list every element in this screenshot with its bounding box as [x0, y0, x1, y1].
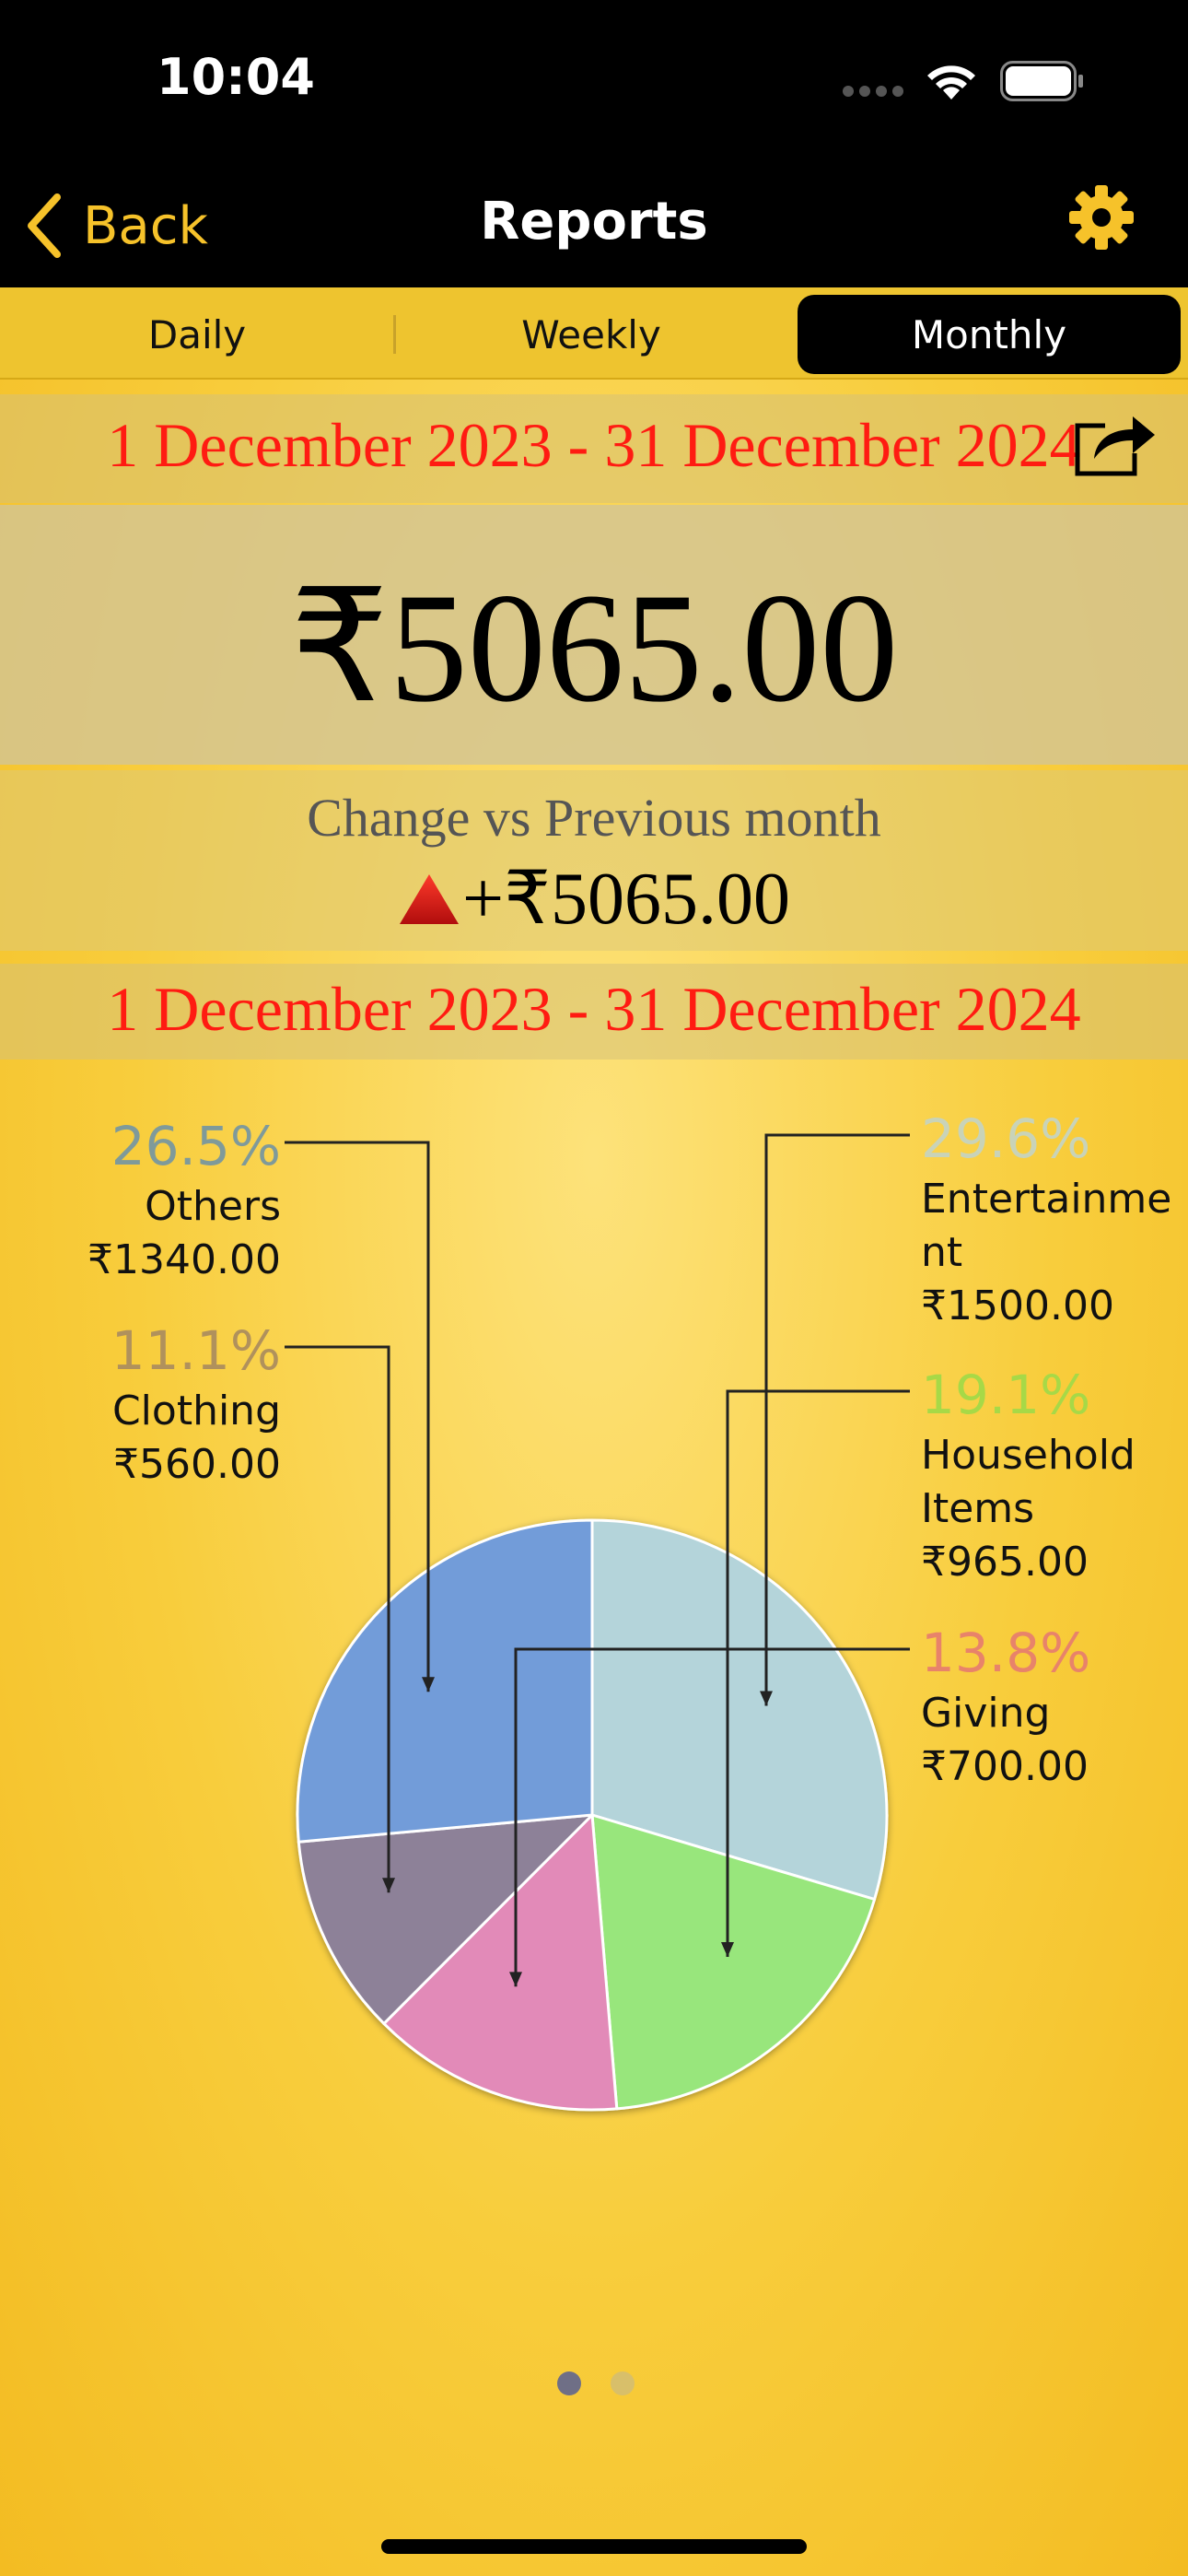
page-dot-2[interactable] — [611, 2371, 635, 2395]
expense-pie-chart: 29.6% Entertainme nt ₹1500.00 19.1% Household… — [87, 1107, 1171, 2112]
slice-amount-clothing: ₹560.00 — [113, 1441, 281, 1488]
segment-divider — [393, 315, 396, 354]
slice-name-entertainment-line-2: nt — [921, 1229, 962, 1276]
navigation-bar: Back Reports — [0, 166, 1188, 287]
total-band: ₹5065.00 — [0, 505, 1188, 765]
slice-name-clothing: Clothing — [112, 1388, 281, 1434]
change-row: +₹5065.00 — [0, 855, 1188, 942]
tab-monthly[interactable]: Monthly — [798, 295, 1181, 374]
page-dot-1[interactable] — [557, 2371, 581, 2395]
page-title: Reports — [480, 192, 708, 252]
total-amount: ₹5065.00 — [289, 561, 899, 734]
date-range: 1 December 2023 - 31 December 2024 — [107, 410, 1081, 480]
slice-percent-household-items: 19.1% — [921, 1364, 1090, 1426]
slice-percent-others: 26.5% — [111, 1115, 281, 1177]
period-segmented-control: Daily Weekly Monthly — [0, 287, 1188, 380]
slice-name-others: Others — [145, 1183, 281, 1230]
chart-date-band: 1 December 2023 - 31 December 2024 — [0, 964, 1188, 1060]
slice-percent-clothing: 11.1% — [111, 1319, 281, 1382]
slice-amount-others: ₹1340.00 — [87, 1236, 281, 1283]
home-indicator — [381, 2539, 807, 2554]
share-icon[interactable] — [1074, 405, 1159, 481]
date-range-band: 1 December 2023 - 31 December 2024 — [0, 394, 1188, 503]
change-band: Change vs Previous month +₹5065.00 — [0, 770, 1188, 951]
change-value: +₹5065.00 — [461, 859, 790, 940]
change-label: Change vs Previous month — [307, 788, 881, 848]
page-control — [548, 2368, 640, 2399]
slice-percent-entertainment: 29.6% — [921, 1107, 1090, 1170]
slice-amount-entertainment: ₹1500.00 — [921, 1282, 1114, 1329]
slice-percent-giving: 13.8% — [921, 1622, 1090, 1684]
slice-name-giving: Giving — [921, 1690, 1050, 1737]
gear-icon[interactable] — [1068, 184, 1135, 251]
slice-name-entertainment-line-1: Entertainme — [921, 1176, 1171, 1223]
slice-amount-giving: ₹700.00 — [921, 1743, 1089, 1790]
tab-weekly[interactable]: Weekly — [405, 295, 777, 374]
slice-name-household-items-line-2: Items — [921, 1485, 1034, 1532]
slice-amount-household-items: ₹965.00 — [921, 1539, 1089, 1586]
pie-slice-others[interactable] — [296, 1518, 594, 1844]
chart-date-range: 1 December 2023 - 31 December 2024 — [107, 974, 1081, 1044]
triangle-up-icon — [399, 874, 459, 924]
status-time: 10:04 — [157, 48, 315, 106]
status-bar: 10:04 — [0, 0, 1188, 166]
wifi-icon — [927, 65, 975, 100]
cellular-signal-icon — [843, 86, 903, 97]
slice-name-household-items-line-1: Household — [921, 1432, 1136, 1479]
battery-icon — [1000, 61, 1083, 101]
tab-daily[interactable]: Daily — [11, 295, 383, 374]
